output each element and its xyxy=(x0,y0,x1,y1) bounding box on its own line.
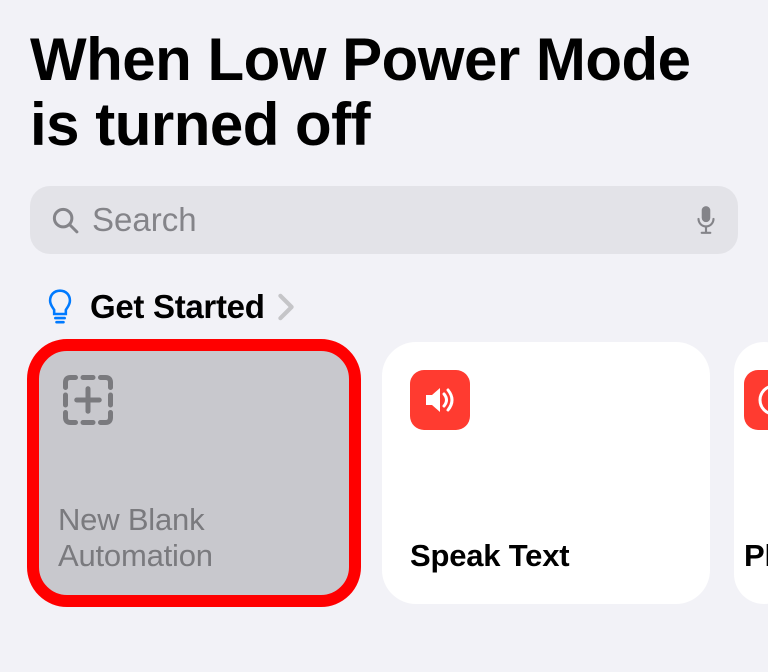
card-play-music[interactable]: Play Music xyxy=(734,342,768,604)
section-label: Get Started xyxy=(90,288,265,326)
search-icon xyxy=(50,205,80,235)
cards-row: New Blank Automation Speak Text Play Mus… xyxy=(30,342,738,604)
play-icon xyxy=(744,370,768,430)
search-bar[interactable] xyxy=(30,186,738,254)
get-started-header[interactable]: Get Started xyxy=(30,288,738,326)
microphone-icon[interactable] xyxy=(694,205,718,235)
card-label: Speak Text xyxy=(410,538,682,574)
lightbulb-icon xyxy=(46,288,74,326)
card-label: Play Music xyxy=(744,538,768,574)
card-new-blank-automation[interactable]: New Blank Automation xyxy=(30,342,358,604)
search-input[interactable] xyxy=(92,201,682,239)
speaker-wave-icon xyxy=(410,370,470,430)
plus-dashed-icon xyxy=(58,370,118,430)
chevron-right-icon xyxy=(277,293,295,321)
page-title: When Low Power Mode is turned off xyxy=(30,28,738,158)
card-label: New Blank Automation xyxy=(58,502,330,573)
card-speak-text[interactable]: Speak Text xyxy=(382,342,710,604)
